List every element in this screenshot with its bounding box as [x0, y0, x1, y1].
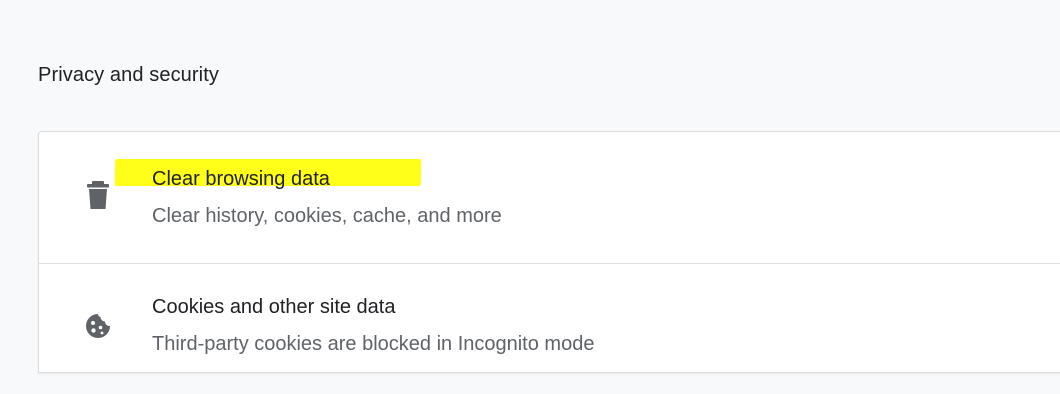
cookies-site-data-row[interactable]: Cookies and other site data Third-party …: [39, 263, 1060, 394]
privacy-settings-card: Clear browsing data Clear history, cooki…: [38, 131, 1060, 373]
section-title: Privacy and security: [38, 64, 219, 86]
cookies-site-data-subtitle: Third-party cookies are blocked in Incog…: [152, 333, 595, 355]
clear-browsing-data-row[interactable]: Clear browsing data Clear history, cooki…: [39, 132, 1060, 262]
trash-icon: [83, 180, 113, 210]
cookies-site-data-title: Cookies and other site data: [152, 296, 396, 318]
cookie-icon: [83, 311, 113, 341]
clear-browsing-data-title: Clear browsing data: [152, 168, 330, 190]
clear-browsing-data-subtitle: Clear history, cookies, cache, and more: [152, 205, 502, 227]
